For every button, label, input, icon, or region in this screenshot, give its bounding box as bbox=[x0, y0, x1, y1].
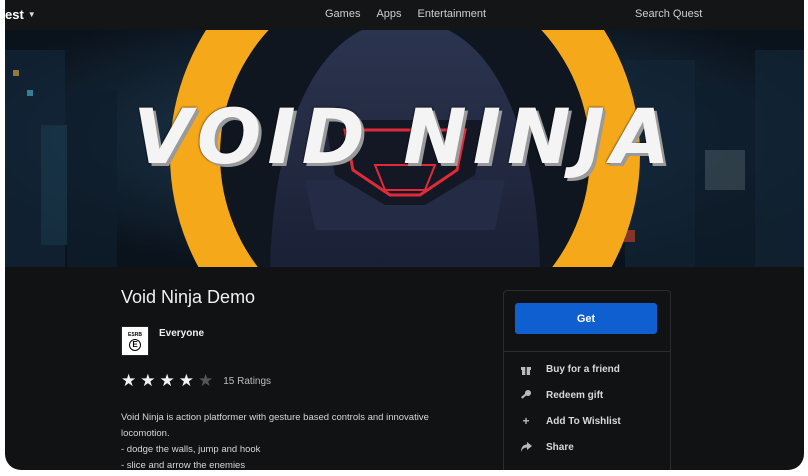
brand-label: est bbox=[5, 7, 24, 22]
action-label: Add To Wishlist bbox=[546, 415, 621, 427]
key-icon bbox=[520, 389, 532, 401]
buy-for-friend-button[interactable]: Buy for a friend bbox=[520, 363, 620, 375]
description-line: - dodge the walls, jump and hook bbox=[121, 444, 261, 455]
description-line: Void Ninja is action platformer with ges… bbox=[121, 412, 429, 423]
star-empty-icon: ★ bbox=[198, 371, 214, 390]
share-button[interactable]: Share bbox=[520, 441, 574, 453]
action-label: Share bbox=[546, 441, 574, 453]
star-icon: ★ bbox=[140, 371, 156, 390]
esrb-code: E bbox=[129, 338, 141, 351]
search-placeholder: Search Quest bbox=[635, 8, 703, 20]
esrb-label: ESRB bbox=[128, 331, 142, 338]
top-navigation-bar: est ▼ Games Apps Entertainment Search Qu… bbox=[5, 0, 804, 30]
action-label: Buy for a friend bbox=[546, 363, 620, 375]
ratings-count[interactable]: 15 Ratings bbox=[223, 376, 271, 387]
share-icon bbox=[520, 441, 532, 453]
nav-entertainment[interactable]: Entertainment bbox=[418, 8, 486, 20]
action-label: Redeem gift bbox=[546, 389, 604, 401]
add-to-wishlist-button[interactable]: + Add To Wishlist bbox=[520, 414, 621, 428]
star-icon: ★ bbox=[121, 371, 137, 390]
description-line: - slice and arrow the enemies bbox=[121, 460, 246, 470]
age-rating-label: Everyone bbox=[159, 328, 205, 339]
get-button[interactable]: Get bbox=[515, 303, 657, 334]
age-rating: ESRB E Everyone bbox=[121, 326, 204, 356]
description-line: locomotion. bbox=[121, 428, 170, 439]
main-nav: Games Apps Entertainment bbox=[325, 8, 486, 20]
gift-icon bbox=[520, 363, 532, 375]
panel-divider bbox=[504, 351, 670, 352]
app-description: Void Ninja is action platformer with ges… bbox=[121, 410, 481, 470]
plus-icon: + bbox=[522, 414, 530, 428]
nav-apps[interactable]: Apps bbox=[376, 8, 401, 20]
star-rating: ★ ★ ★ ★ ★ 15 Ratings bbox=[121, 372, 271, 389]
hero-logo-text: VOID NINJA bbox=[133, 92, 676, 181]
app-window: est ▼ Games Apps Entertainment Search Qu… bbox=[5, 0, 804, 470]
hero-banner: VOID NINJA bbox=[5, 30, 804, 267]
caret-down-icon: ▼ bbox=[27, 10, 36, 19]
redeem-gift-button[interactable]: Redeem gift bbox=[520, 389, 603, 401]
brand-menu[interactable]: est ▼ bbox=[5, 7, 36, 22]
app-title: Void Ninja Demo bbox=[121, 287, 256, 307]
purchase-panel: Get Buy for a friend Redeem gift + Add T… bbox=[503, 290, 671, 470]
star-icon: ★ bbox=[178, 371, 194, 390]
esrb-badge-icon: ESRB E bbox=[121, 326, 149, 356]
search-input[interactable]: Search Quest bbox=[633, 6, 803, 24]
nav-games[interactable]: Games bbox=[325, 8, 360, 20]
star-icon: ★ bbox=[159, 371, 175, 390]
